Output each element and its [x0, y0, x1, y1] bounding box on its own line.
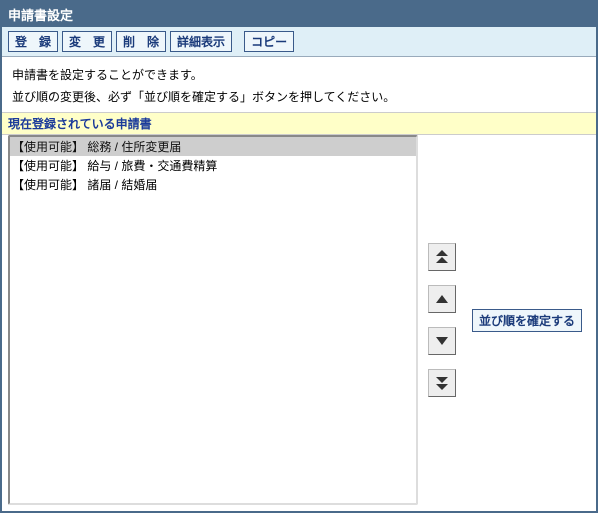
down-icon [436, 337, 448, 345]
window-title: 申請書設定 [8, 8, 73, 23]
detail-button[interactable]: 詳細表示 [170, 31, 232, 52]
double-down-icon [436, 376, 448, 390]
copy-button[interactable]: コピー [244, 31, 294, 52]
list-area: 【使用可能】 総務 / 住所変更届【使用可能】 給与 / 旅費・交通費精算【使用… [2, 135, 596, 511]
move-down-button[interactable] [428, 327, 456, 355]
list-item[interactable]: 【使用可能】 給与 / 旅費・交通費精算 [10, 156, 416, 175]
title-bar: 申請書設定 [2, 2, 596, 27]
application-list[interactable]: 【使用可能】 総務 / 住所変更届【使用可能】 給与 / 旅費・交通費精算【使用… [8, 135, 418, 505]
toolbar: 登 録 変 更 削 除 詳細表示 コピー [2, 27, 596, 57]
move-up-button[interactable] [428, 285, 456, 313]
message-line-1: 申請書を設定することができます。 [12, 65, 586, 87]
message-area: 申請書を設定することができます。 並び順の変更後、必ず「並び順を確定する」ボタン… [2, 57, 596, 112]
move-bottom-button[interactable] [428, 369, 456, 397]
message-line-2: 並び順の変更後、必ず「並び順を確定する」ボタンを押してください。 [12, 87, 586, 109]
register-button[interactable]: 登 録 [8, 31, 58, 52]
up-icon [436, 295, 448, 303]
move-buttons-column [418, 135, 466, 505]
double-up-icon [436, 250, 448, 264]
list-item[interactable]: 【使用可能】 総務 / 住所変更届 [10, 137, 416, 156]
list-title: 現在登録されている申請書 [2, 112, 596, 135]
list-item[interactable]: 【使用可能】 諸届 / 結婚届 [10, 175, 416, 194]
edit-button[interactable]: 変 更 [62, 31, 112, 52]
confirm-order-button[interactable]: 並び順を確定する [472, 309, 582, 332]
delete-button[interactable]: 削 除 [116, 31, 166, 52]
move-top-button[interactable] [428, 243, 456, 271]
